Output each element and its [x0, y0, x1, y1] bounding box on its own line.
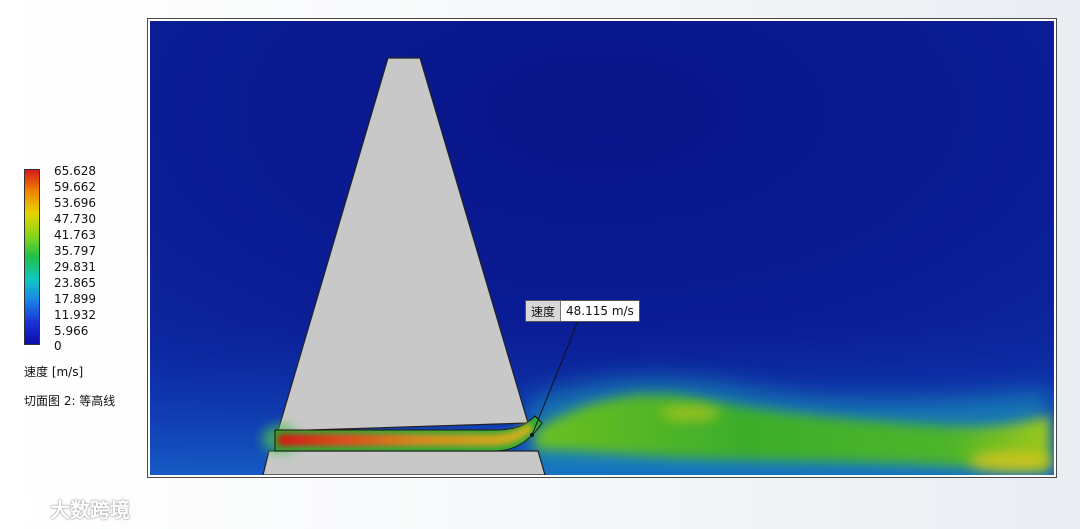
- watermark: 大数跨境: [10, 494, 130, 523]
- velocity-probe[interactable]: 速度 48.115 m/s: [525, 300, 640, 322]
- cloud-logo-icon: [11, 500, 39, 516]
- legend-tick: 23.865: [54, 276, 96, 290]
- plume-hotspot: [660, 405, 720, 421]
- legend-tick: 11.932: [54, 308, 96, 322]
- watermark-text: 大数跨境: [50, 498, 130, 522]
- obstacle-base: [262, 450, 546, 475]
- probe-label: 速度: [526, 301, 562, 321]
- legend-tick: 65.628: [54, 164, 96, 178]
- legend-tick: 29.831: [54, 260, 96, 274]
- legend-tick: 35.797: [54, 244, 96, 258]
- plot-caption: 切面图 2: 等高线: [24, 394, 116, 408]
- velocity-contour-plot: [150, 21, 1054, 475]
- legend-color-bar: [24, 169, 40, 345]
- probe-point[interactable]: [530, 433, 534, 437]
- probe-value: 48.115 m/s: [566, 304, 634, 318]
- legend-tick: 5.966: [54, 324, 89, 338]
- legend-tick: 41.763: [54, 228, 96, 242]
- legend-tick: 47.730: [54, 212, 96, 226]
- plume-hotspot: [970, 451, 1050, 471]
- legend-unit-label: 速度 [m/s]: [24, 365, 84, 379]
- legend-tick: 0: [54, 339, 62, 353]
- legend-tick: 59.662: [54, 180, 96, 194]
- legend-tick: 17.899: [54, 292, 96, 306]
- simulation-viewport[interactable]: [147, 18, 1057, 478]
- legend-tick: 53.696: [54, 196, 96, 210]
